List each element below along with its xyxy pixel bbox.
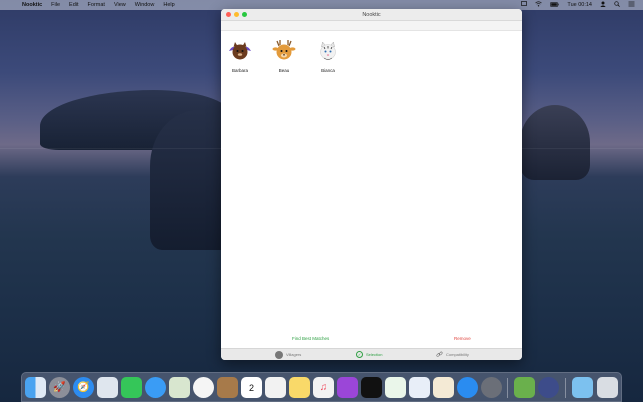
window-title: Nooktic [362,11,381,18]
cat-villager-icon [229,42,251,60]
tab-selection[interactable]: ✓ Selection [356,351,382,358]
checkmark-icon: ✓ [356,351,363,358]
dock-separator [507,378,508,398]
find-best-matches-button[interactable]: Find Best Matches [292,336,329,341]
nooktic-icon[interactable] [514,377,535,398]
villager-name: Barbara [231,68,248,73]
app-menu[interactable]: Nooktic [22,2,42,8]
minimize-button[interactable] [234,12,239,17]
villager-card-bianca[interactable]: Bianca [311,38,345,73]
menu-file[interactable]: File [51,2,60,8]
mail-preview-icon[interactable] [97,377,118,398]
battery-icon[interactable] [550,1,560,9]
user-icon[interactable] [600,1,606,9]
system-preferences-icon[interactable] [481,377,502,398]
zoom-button[interactable] [242,12,247,17]
notes-brown-icon[interactable] [217,377,238,398]
control-center-icon[interactable] [628,1,635,9]
villagers-icon [275,350,283,359]
trash-icon[interactable] [597,377,618,398]
tab-label: Villagers [286,352,302,357]
wifi-icon[interactable] [535,1,543,9]
background-rock [520,105,590,180]
app-window: Nooktic Barbara Beau Bianca Find Best Ma… [221,9,522,360]
facetime-icon[interactable] [121,377,142,398]
reminders-icon[interactable] [265,377,286,398]
tab-compatibility[interactable]: Compatibility [436,351,469,359]
keynote-icon[interactable] [409,377,430,398]
downloads-folder-icon[interactable] [572,377,593,398]
notes-icon[interactable] [289,377,310,398]
tab-label: Compatibility [446,352,469,357]
remove-button[interactable]: Remove [454,336,471,341]
dock-separator [565,378,566,398]
tiger-villager-icon [320,41,336,60]
deer-villager-icon [272,40,296,60]
close-button[interactable] [226,12,231,17]
villager-card-beau[interactable]: Beau [267,38,301,73]
screen-mirror-icon[interactable] [521,1,528,9]
podcasts-icon[interactable] [337,377,358,398]
app-store-icon[interactable] [457,377,478,398]
messages-icon[interactable] [145,377,166,398]
tab-villagers[interactable]: Villagers [275,350,302,359]
photos-icon[interactable] [193,377,214,398]
villager-name: Bianca [321,68,335,73]
villager-name: Beau [278,68,290,73]
finder-icon[interactable] [25,377,46,398]
window-controls [226,12,250,17]
link-icon [436,351,443,359]
spotlight-icon[interactable] [614,1,620,9]
menu-help[interactable]: Help [163,2,174,8]
tab-bar: Villagers ✓ Selection Compatibility [221,348,522,360]
clock[interactable]: Tue 00:14 [567,2,592,8]
pages-icon[interactable] [433,377,454,398]
villager-grid: Barbara Beau Bianca [221,31,522,321]
title-bar[interactable]: Nooktic [221,9,522,21]
safari-icon[interactable]: 🧭 [73,377,94,398]
launchpad-icon[interactable]: 🚀 [49,377,70,398]
calendar-icon[interactable]: 2 [241,377,262,398]
tv-icon[interactable] [361,377,382,398]
action-row: Find Best Matches Remove [221,336,522,344]
menu-edit[interactable]: Edit [69,2,78,8]
numbers-icon[interactable] [385,377,406,398]
maps-icon[interactable] [169,377,190,398]
villager-card-barbara[interactable]: Barbara [223,38,257,73]
compass-icon[interactable] [538,377,559,398]
menu-format[interactable]: Format [88,2,105,8]
toolbar [221,21,522,31]
menu-view[interactable]: View [114,2,126,8]
music-icon[interactable]: ♫ [313,377,334,398]
tab-label: Selection [366,352,383,357]
dock: 🚀 🧭 2 ♫ [21,372,622,402]
menu-window[interactable]: Window [135,2,155,8]
status-area: Tue 00:14 [513,1,635,9]
